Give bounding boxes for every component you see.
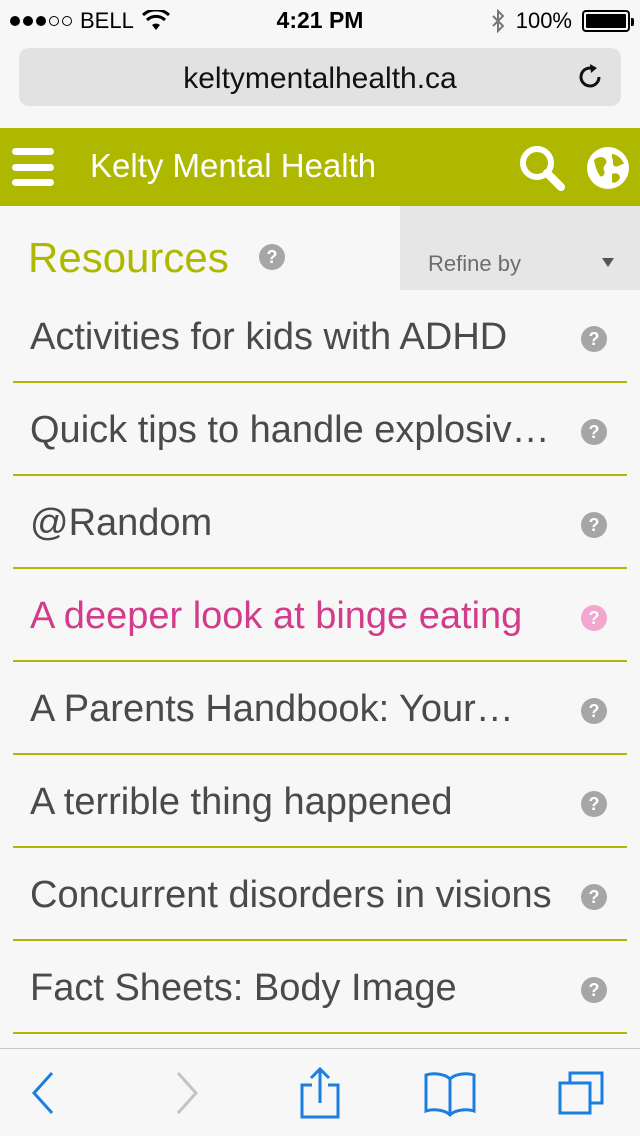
globe-icon[interactable] (586, 146, 630, 190)
tabs-icon[interactable] (556, 1067, 608, 1119)
url-text[interactable]: keltymentalhealth.ca (19, 62, 621, 96)
help-icon[interactable]: ? (581, 326, 607, 352)
bluetooth-icon (492, 9, 505, 33)
site-title[interactable]: Kelty Mental Health (90, 147, 376, 185)
list-item[interactable]: Activities for kids with ADHD ? (0, 290, 640, 383)
list-item-label[interactable]: A deeper look at binge eating (30, 595, 522, 638)
signal-strength-icon (10, 16, 72, 26)
help-icon[interactable]: ? (581, 419, 607, 445)
help-icon[interactable]: ? (581, 605, 607, 631)
list-item[interactable]: Quick tips to handle explosive… ? (0, 383, 640, 476)
list-item[interactable]: @Random ? (0, 476, 640, 569)
list-item-highlighted[interactable]: A deeper look at binge eating ? (0, 569, 640, 662)
browser-address-area: keltymentalhealth.ca (0, 40, 640, 128)
help-icon[interactable]: ? (581, 698, 607, 724)
back-icon[interactable] (18, 1067, 70, 1119)
refine-by-dropdown[interactable]: Refine by (400, 206, 640, 290)
help-icon[interactable]: ? (581, 512, 607, 538)
help-icon[interactable]: ? (581, 977, 607, 1003)
resource-list: Activities for kids with ADHD ? Quick ti… (0, 290, 640, 1034)
list-item-label[interactable]: A terrible thing happened (30, 781, 453, 824)
wifi-icon (141, 10, 170, 30)
browser-toolbar (0, 1048, 640, 1136)
help-icon[interactable]: ? (581, 791, 607, 817)
site-header: Kelty Mental Health (0, 128, 640, 206)
list-item-label[interactable]: @Random (30, 502, 212, 545)
list-item-label[interactable]: Quick tips to handle explosive… (30, 409, 570, 452)
list-item[interactable]: A Parents Handbook: Your… ? (0, 662, 640, 755)
address-bar[interactable]: keltymentalhealth.ca (19, 48, 621, 106)
status-left: BELL (10, 8, 170, 34)
refine-by-label: Refine by (428, 251, 521, 276)
list-item[interactable]: A terrible thing happened ? (0, 755, 640, 848)
list-item-label[interactable]: A Parents Handbook: Your… (30, 688, 514, 731)
search-icon[interactable] (516, 142, 566, 192)
list-item-label[interactable]: Concurrent disorders in visions (30, 874, 552, 917)
dropdown-arrow-icon (602, 258, 614, 267)
divider (13, 1032, 627, 1034)
share-icon[interactable] (294, 1067, 346, 1119)
bookmarks-icon[interactable] (424, 1067, 476, 1119)
page-title: Resources (28, 234, 229, 281)
carrier-name: BELL (80, 8, 134, 33)
list-item[interactable]: Concurrent disorders in visions ? (0, 848, 640, 941)
resources-header: Resources ? Refine by (0, 206, 640, 296)
help-icon[interactable]: ? (581, 884, 607, 910)
status-right: 100% (490, 8, 634, 34)
battery-percent: 100% (515, 8, 572, 33)
list-item[interactable]: Fact Sheets: Body Image ? (0, 941, 640, 1034)
battery-icon (582, 10, 634, 32)
menu-icon[interactable] (12, 148, 54, 186)
list-item-label[interactable]: Activities for kids with ADHD (30, 316, 507, 359)
help-icon[interactable]: ? (259, 244, 285, 270)
status-bar: BELL 4:21 PM 100% (0, 0, 640, 40)
reload-icon[interactable] (575, 62, 605, 92)
list-item-label[interactable]: Fact Sheets: Body Image (30, 967, 457, 1010)
forward-icon[interactable] (160, 1067, 212, 1119)
